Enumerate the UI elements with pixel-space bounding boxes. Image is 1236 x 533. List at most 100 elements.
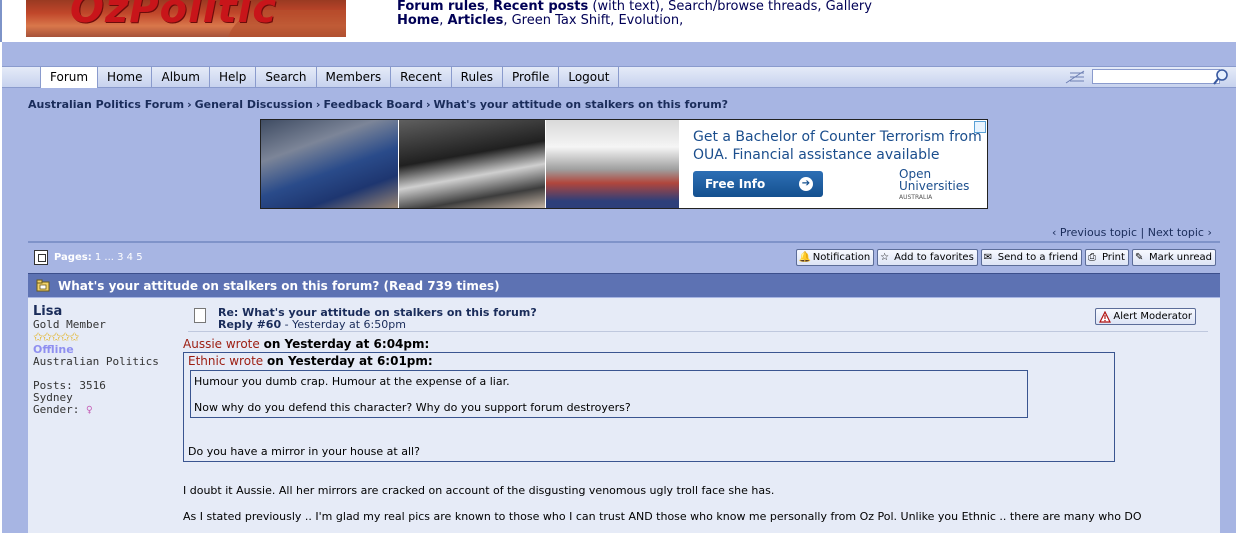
quote1-text: Do you have a mirror in your house at al… xyxy=(188,445,420,458)
quote1-author[interactable]: Aussie wrote xyxy=(183,337,260,351)
tab-recent[interactable]: Recent xyxy=(391,67,452,88)
action-button-label: Mark unread xyxy=(1148,252,1212,263)
links_row2-sep-1: , xyxy=(503,13,512,28)
reply-number[interactable]: Reply #60 xyxy=(218,318,281,331)
topic-action-buttons: 🔔 Notification ☆ Add to favorites ✉ Send to a… xyxy=(795,249,1216,266)
post-document-icon xyxy=(194,308,206,323)
links_row2-link-0[interactable]: Home xyxy=(397,13,439,28)
site-logo[interactable]: OzPolitic xyxy=(26,0,346,37)
breadcrumb-item[interactable]: General Discussion xyxy=(195,98,313,111)
quote1-box: Ethnic wrote on Yesterday at 6:01pm: Hum… xyxy=(183,352,1115,462)
quote2-box: Humour you dumb crap. Humour at the expe… xyxy=(190,370,1028,418)
pages-bar: Pages: 1 ... 3 4 5 🔔 Notification ☆ Add to … xyxy=(28,241,1220,271)
reply-time: - Yesterday at 6:50pm xyxy=(281,318,406,331)
quote2-text-line1: Humour you dumb crap. Humour at the expe… xyxy=(194,375,510,388)
breadcrumb-item[interactable]: Feedback Board xyxy=(323,98,423,111)
print-button[interactable]: ⎙ Print xyxy=(1084,249,1129,266)
tab-rules[interactable]: Rules xyxy=(452,67,504,88)
reply-text-1: I doubt it Aussie. All her mirrors are c… xyxy=(183,484,775,497)
ad-logo-line2: Universities xyxy=(899,179,970,193)
reply-text-2: As I stated previously .. I'm glad my re… xyxy=(183,510,1142,523)
breadcrumb-separator: › xyxy=(425,98,431,111)
ad-headline: Get a Bachelor of Counter Terrorism from… xyxy=(693,128,982,164)
breadcrumb-item[interactable]: Australian Politics Forum xyxy=(28,98,184,111)
send-to-a-friend-icon: ✉ xyxy=(983,251,993,263)
add-to-favorites-button[interactable]: ☆ Add to favorites xyxy=(877,249,978,266)
send-to-a-friend-button[interactable]: ✉ Send to a friend xyxy=(980,249,1082,266)
tab-help[interactable]: Help xyxy=(210,67,257,88)
ad-banner[interactable]: Get a Bachelor of Counter Terrorism from… xyxy=(260,119,988,209)
quote2-text-line2: Now why do you defend this character? Wh… xyxy=(194,401,631,414)
action-button-label: Add to favorites xyxy=(894,252,974,263)
logo-text: OzPolitic xyxy=(70,0,278,32)
poster-info: Lisa Gold Member ✩✩✩✩✩ Offline Australia… xyxy=(33,304,173,416)
mark-unread-icon: ✎ xyxy=(1134,251,1144,263)
print-icon: ⎙ xyxy=(1087,251,1096,263)
header-links-row1: Forum rules, Recent posts (with text), S… xyxy=(397,0,872,14)
search-icon[interactable] xyxy=(1212,68,1230,86)
nav-bar: Forum Home Album Help Search Members Recent Rul… xyxy=(2,66,1236,88)
quote2-author[interactable]: Ethnic wrote xyxy=(188,354,263,368)
ad-cta-label: Free Info xyxy=(705,177,766,191)
post-header: Re: What's your attitude on stalkers on … xyxy=(188,304,1208,332)
page-icon xyxy=(34,250,48,265)
links_row2-link-2[interactable]: Green Tax Shift, Evolution, xyxy=(512,13,684,28)
header-links: Forum rules, Recent posts (with text), S… xyxy=(397,0,872,28)
notification-button[interactable]: 🔔 Notification xyxy=(795,249,875,266)
nav-tabs: Forum Home Album Help Search Members Recent Rul… xyxy=(40,66,620,89)
links_row2-link-1[interactable]: Articles xyxy=(447,13,503,28)
action-button-label: Send to a friend xyxy=(997,252,1078,263)
quote1-header: Aussie wrote on Yesterday at 6:04pm: xyxy=(183,338,1213,351)
breadcrumb-item[interactable]: What's your attitude on stalkers on this… xyxy=(434,98,729,111)
tab-album[interactable]: Album xyxy=(152,67,210,88)
quote2-time: on Yesterday at 6:01pm: xyxy=(267,354,433,368)
tab-logout[interactable]: Logout xyxy=(559,67,620,88)
page-numbers[interactable]: 1 ... 3 4 5 xyxy=(92,252,143,263)
topic-nav-separator: | xyxy=(1137,226,1148,239)
pages-label: Pages: 1 ... 3 4 5 xyxy=(54,252,143,263)
alert-moderator-button[interactable]: Alert Moderator xyxy=(1095,308,1196,325)
ad-photo-airport-screening xyxy=(546,120,679,208)
add-to-favorites-icon: ☆ xyxy=(880,251,890,263)
ad-photo-baggage-inspection xyxy=(399,120,545,208)
alert-moderator-label: Alert Moderator xyxy=(1113,311,1192,322)
ad-advertiser-logo: Open Universities AUSTRALIA xyxy=(899,168,969,204)
poster-tagline: Australian Politics xyxy=(33,355,159,368)
search-input[interactable] xyxy=(1092,69,1220,84)
menu-lines-icon[interactable] xyxy=(1064,69,1086,85)
quote1-time: on Yesterday at 6:04pm: xyxy=(263,337,430,351)
tab-forum[interactable]: Forum xyxy=(40,66,99,88)
next-topic-link[interactable]: Next topic › xyxy=(1148,226,1212,239)
breadcrumb: Australian Politics Forum › General Discus… xyxy=(28,98,728,111)
ad-line1: Get a Bachelor of Counter Terrorism from xyxy=(693,129,982,145)
breadcrumb-separator: › xyxy=(187,98,192,111)
poster-name[interactable]: Lisa xyxy=(33,304,173,319)
tab-search[interactable]: Search xyxy=(256,67,317,88)
topic-title: What's your attitude on stalkers on this… xyxy=(58,279,500,293)
tab-home[interactable]: Home xyxy=(98,67,153,88)
post-meta: Reply #60 - Yesterday at 6:50pm xyxy=(218,318,406,331)
topic-nav: ‹ Previous topic | Next topic › xyxy=(1052,226,1212,239)
main-area: Forum Home Album Help Search Members Recent Rul… xyxy=(2,42,1236,533)
pages-label-text: Pages: xyxy=(54,252,92,263)
post: Lisa Gold Member ✩✩✩✩✩ Offline Australia… xyxy=(28,298,1220,533)
topic-title-bar: What's your attitude on stalkers on this… xyxy=(28,273,1220,297)
previous-topic-link[interactable]: ‹ Previous topic xyxy=(1052,226,1137,239)
links_row1-link-0[interactable]: Forum rules xyxy=(397,0,485,14)
post-body: Aussie wrote on Yesterday at 6:04pm: Eth… xyxy=(183,338,1213,523)
quote2-header: Ethnic wrote on Yesterday at 6:01pm: xyxy=(188,355,433,368)
mark-unread-button[interactable]: ✎ Mark unread xyxy=(1131,249,1216,266)
tab-members[interactable]: Members xyxy=(317,67,392,88)
links_row1-link-1[interactable]: Recent posts xyxy=(493,0,588,14)
gender-label: Gender: xyxy=(33,403,80,416)
ad-line2: OUA. Financial assistance available xyxy=(693,147,940,163)
ad-choices-icon[interactable] xyxy=(974,121,986,133)
site-header: OzPolitic Forum rules, Recent posts (wit… xyxy=(0,0,1236,42)
poster-gender: Gender: ♀ xyxy=(33,404,173,416)
ad-photo-security-check xyxy=(261,120,398,208)
links_row1-link-2[interactable]: (with text), Search/browse threads, Gall… xyxy=(592,0,872,14)
header-links-row2: Home, Articles, Green Tax Shift, Evoluti… xyxy=(397,14,872,28)
ad-free-info-button[interactable]: Free Info ➔ xyxy=(693,171,823,197)
tab-profile[interactable]: Profile xyxy=(503,67,560,88)
arrow-right-icon: ➔ xyxy=(799,177,813,191)
